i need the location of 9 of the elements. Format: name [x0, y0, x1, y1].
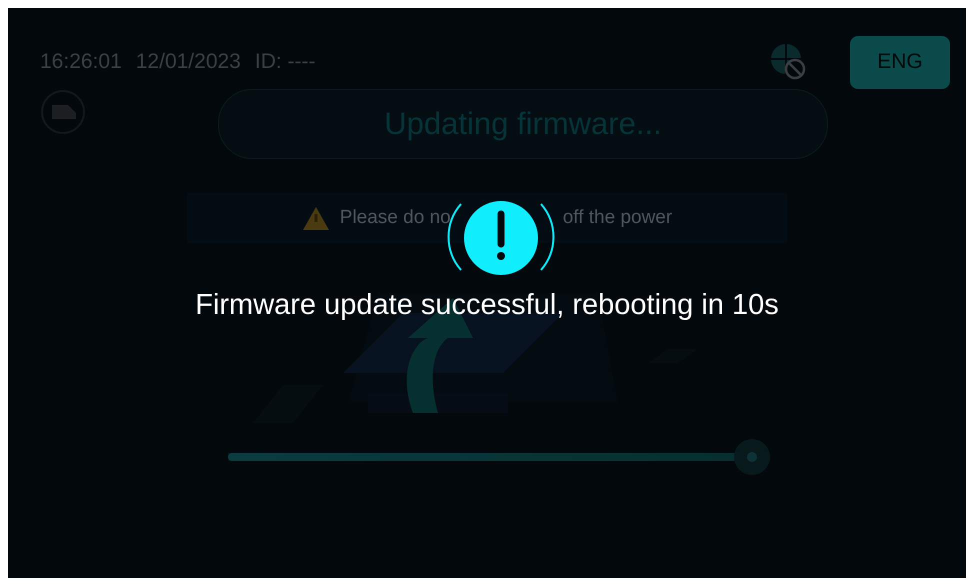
language-button[interactable]: ENG — [850, 36, 950, 88]
clock-time: 16:26:01 — [40, 50, 122, 74]
dialog-message: Firmware update successful, rebooting in 10s — [194, 289, 780, 322]
warning-text: off the power — [562, 207, 672, 229]
device-id: ID: ---- — [254, 50, 316, 74]
date-text: 12/01/2023 — [136, 50, 241, 74]
progress-thumb[interactable] — [734, 439, 770, 475]
warning-text: Please do no — [340, 207, 451, 229]
warning-icon — [302, 206, 330, 230]
